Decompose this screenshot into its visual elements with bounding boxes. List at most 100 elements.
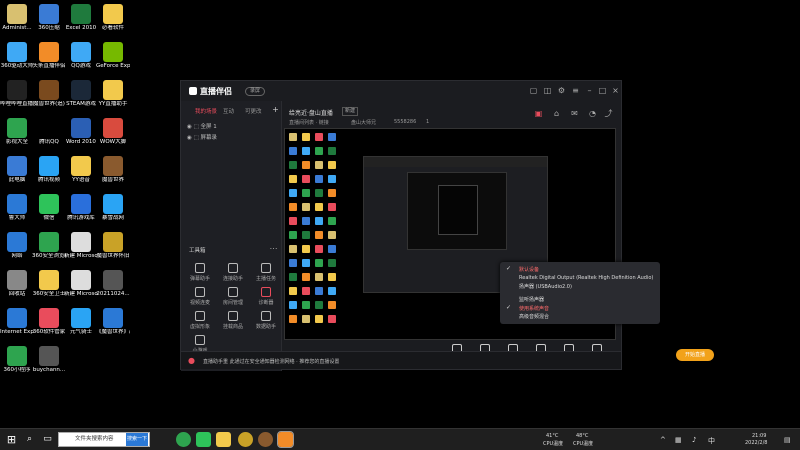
wechat-app-icon[interactable] [196,432,211,447]
desktop-icon[interactable]: GeForce Experience [96,40,130,80]
lock-icon[interactable]: ⌂ [552,109,561,118]
app-icon [71,232,91,252]
desktop-icon[interactable]: 鲁大师 [0,192,34,232]
desktop-icon[interactable]: 360小程序 [0,344,34,384]
audio-menu-item[interactable]: 默认设备 [519,266,539,273]
scene-item[interactable]: ◉ ⬚ 全屏 1 [187,122,217,130]
tool-button[interactable]: 房间管理 [218,287,248,311]
desktop-icon[interactable]: 暴雪战网 [96,192,130,232]
stream-tag[interactable]: 新建 [342,107,359,116]
desktop-icon[interactable]: 魔兽世界 [96,154,130,194]
start-live-button[interactable]: 开始直播 [676,349,714,361]
bell-icon[interactable]: ◔ [588,109,597,118]
tool-button[interactable]: 视频连麦 [185,287,215,311]
desktop-icon[interactable]: 360软件管家 [32,306,66,346]
desktop-icon[interactable]: 哔哩哔哩直播姬 [0,78,34,118]
yy-app-icon[interactable] [216,432,231,447]
task-view-icon[interactable]: ▭ [40,432,55,447]
clock-time[interactable]: 21:09 [752,433,766,439]
app-icon [103,308,123,328]
desktop-icon-label: 《魔兽世界》战网(怀旧) [96,329,130,335]
desktop-icon[interactable]: 此电脑 [0,154,34,194]
chat-icon[interactable]: ▢ [529,86,538,95]
desktop-icon[interactable]: QQ游戏 [64,40,98,80]
close-icon[interactable]: × [611,86,620,95]
stream-info-3: 5558286 [394,119,417,125]
desktop-icon[interactable]: 新建 Microsoft... [64,230,98,270]
preview-icon [302,245,310,253]
desktop-icon[interactable]: 必看软件 [96,2,130,42]
desktop-icon[interactable]: STEAM游戏 [64,78,98,118]
desktop-icon[interactable]: 20211024... [96,268,130,308]
desktop-icon[interactable]: 腾讯QQ [32,116,66,156]
taskbar-search-button[interactable]: 搜索一下 [126,433,148,446]
clock-date[interactable]: 2022/2/8 [745,440,767,446]
wow-classic-app-icon[interactable] [258,432,273,447]
desktop-icon[interactable]: 魔兽世界怀旧 [96,230,130,270]
app-icon [39,194,59,214]
share-icon[interactable]: ⤴ [604,109,613,118]
audio-menu-item[interactable]: 高级音频混合 [519,313,549,320]
audio-menu-item[interactable]: Realtek Digital Output (Realtek High Def… [519,275,653,281]
audio-menu-item[interactable]: 使用系统声音 [519,305,549,312]
desktop-icon[interactable]: 网络 [0,230,34,270]
windows-start-icon[interactable]: ⊞ [4,432,19,447]
desktop-icon[interactable]: Excel 2010 [64,2,98,42]
gift-box-icon[interactable]: ▣ [534,109,543,118]
desktop-icon[interactable]: Administ... [0,2,34,42]
tab-my-scenes[interactable]: 我的场景 [195,107,217,115]
network-icon[interactable]: ▦ [675,436,682,444]
tool-button[interactable]: 主播任务 [251,263,281,287]
notification-icon[interactable]: ▤ [784,436,791,444]
stream-info-1[interactable]: 直播间列表 · 链接 [289,119,329,126]
desktop-icon[interactable]: 360安全浏览器 [32,230,66,270]
desktop-icon[interactable]: YY直播助手 [96,78,130,118]
mail-icon[interactable]: ✉ [570,109,579,118]
search-icon[interactable]: ⌕ [22,432,37,447]
desktop-icon[interactable]: 360安全卫士 [32,268,66,308]
tool-button[interactable]: 弹幕助手 [185,263,215,287]
desktop-icon[interactable]: 360驱动大师 [0,40,34,80]
tool-button[interactable]: 数据助手 [251,311,281,335]
tool-button[interactable]: 虚拟形象 [185,311,215,335]
scene-item[interactable]: ◉ ⬚ 屏幕录 [187,133,217,141]
desktop-icon[interactable]: 微信 [32,192,66,232]
desktop-icon[interactable]: 新建 Microsoft... [64,268,98,308]
preview-icon [328,231,336,239]
desktop-icon[interactable]: 魔兽世界(追) [32,78,66,118]
desktop-icon[interactable]: WOW大脚 [96,116,130,156]
live-companion-app-icon[interactable] [277,431,294,448]
version-badge[interactable]: 录屏 [245,87,266,96]
desktop-icon[interactable]: 腾讯游戏库 [64,192,98,232]
tool-button[interactable]: 诊断器 [251,287,281,311]
desktop-icon[interactable]: 头条直播伴侣 [32,40,66,80]
tool-button[interactable]: 连接助手 [218,263,248,287]
desktop-icon[interactable]: 影视大全 [0,116,34,156]
audio-menu-item[interactable]: 扬声器 (USBAudio2.0) [519,283,572,290]
add-scene-icon[interactable]: + [271,105,280,114]
desktop-icon[interactable]: YY语音 [64,154,98,194]
tray-chevron-icon[interactable]: ^ [660,436,666,444]
desktop-icon[interactable]: buychann... [32,344,66,384]
gift-icon[interactable]: ◫ [543,86,552,95]
volume-icon[interactable]: ♪ [692,436,696,444]
desktop-icon[interactable]: 回收站 [0,268,34,308]
desktop-icon[interactable]: Word 2010 [64,116,98,156]
more-icon[interactable]: ⋯ [269,244,278,253]
settings-icon[interactable]: ⚙ [557,86,566,95]
tab-interaction[interactable]: 互动 [223,107,234,115]
ime-icon[interactable]: 中 [708,436,715,446]
audio-menu-item[interactable]: 监听扬声器 [519,296,544,303]
desktop-icon[interactable]: 腾讯视频 [32,154,66,194]
desktop-icon[interactable]: 360压缩 [32,2,66,42]
maximize-icon[interactable]: □ [598,86,607,95]
tab-editable[interactable]: 可更改 [245,107,262,115]
desktop-icon[interactable]: 元气骑士 [64,306,98,346]
menu-icon[interactable]: ≡ [571,86,580,95]
chrome-app-icon[interactable] [176,432,191,447]
minimize-icon[interactable]: – [585,86,594,95]
tool-button[interactable]: 挂载商品 [218,311,248,335]
desktop-icon[interactable]: Internet Explorer [0,306,34,346]
desktop-icon[interactable]: 《魔兽世界》战网(怀旧) [96,306,130,346]
wow-app-icon[interactable] [238,432,253,447]
